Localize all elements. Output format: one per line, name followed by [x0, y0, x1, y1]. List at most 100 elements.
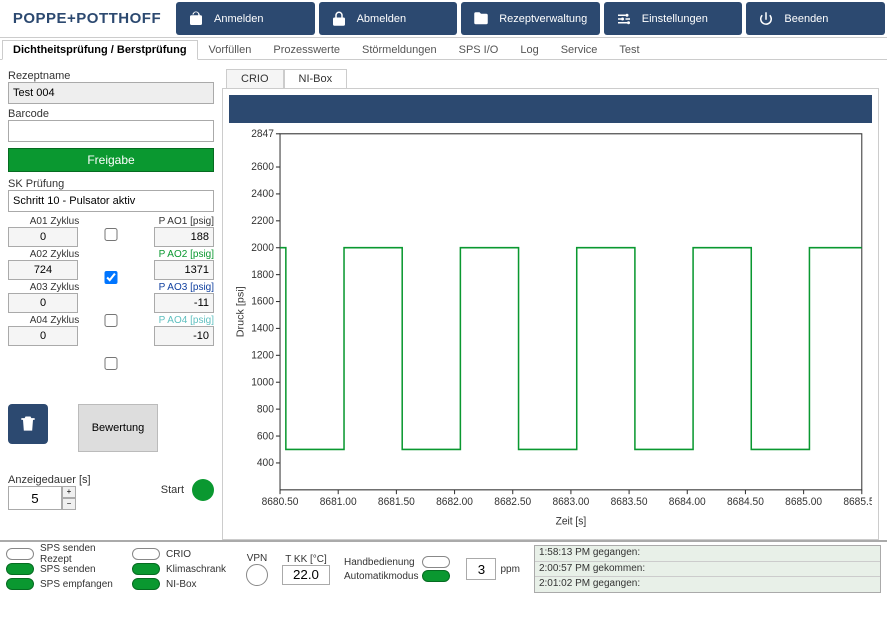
svg-text:8681.50: 8681.50	[378, 496, 415, 508]
svg-text:1400: 1400	[251, 322, 274, 334]
start-button[interactable]	[192, 479, 214, 501]
tkk-label: T KK [°C]	[285, 554, 327, 565]
lock-icon	[327, 7, 351, 31]
status-led	[132, 548, 160, 560]
anzeigedauer-up[interactable]: +	[62, 486, 76, 498]
pao-value-4[interactable]	[154, 326, 214, 346]
logo: POPPE+POTTHOFF	[0, 0, 174, 37]
event-log: 1:58:13 PM gegangen: 2:00:57 PM gekommen…	[534, 545, 881, 593]
handbedienung-led	[422, 556, 450, 568]
status-bar: SPS senden Rezept CRIO SPS senden Klimas…	[0, 540, 887, 596]
svg-text:Zeit [s]: Zeit [s]	[556, 515, 587, 527]
channel-check-3[interactable]	[101, 314, 121, 327]
tab-prozesswerte[interactable]: Prozesswerte	[262, 40, 351, 59]
content-area: CRIO NI-Box 4006008001000120014001600180…	[222, 60, 887, 540]
sk-step-input[interactable]	[8, 190, 214, 212]
pao-label: P AO1 [psig]	[121, 216, 214, 227]
cycle-label: A04 Zyklus	[8, 315, 101, 326]
tab-test[interactable]: Test	[608, 40, 650, 59]
sidebar: Rezeptname Barcode Freigabe SK Prüfung A…	[0, 60, 222, 540]
logout-button[interactable]: Abmelden	[319, 2, 458, 35]
anzeigedauer-label: Anzeigedauer [s]	[8, 474, 91, 486]
delete-button[interactable]	[8, 404, 48, 444]
folder-icon	[469, 7, 493, 31]
anzeigedauer-down[interactable]: −	[62, 498, 76, 510]
svg-text:1600: 1600	[251, 296, 274, 308]
svg-text:800: 800	[257, 403, 274, 415]
unlock-icon	[184, 7, 208, 31]
chart-title-bar	[229, 95, 872, 123]
main-tabs: Dichtheitsprüfung / Berstprüfung Vorfüll…	[0, 38, 887, 60]
ppm-value[interactable]	[466, 558, 496, 580]
svg-text:8683.50: 8683.50	[611, 496, 648, 508]
channel-check-4[interactable]	[101, 357, 121, 370]
status-led	[6, 563, 34, 575]
status-led	[132, 563, 160, 575]
svg-text:8680.50: 8680.50	[262, 496, 299, 508]
tab-stoermeldungen[interactable]: Störmeldungen	[351, 40, 448, 59]
channel-check-2[interactable]	[101, 271, 121, 284]
automatik-label: Automatikmodus	[344, 571, 418, 582]
cycle-value-1[interactable]	[8, 227, 78, 247]
settings-button[interactable]: Einstellungen	[604, 2, 743, 35]
status-led-label: Klimaschrank	[166, 564, 236, 575]
log-entry: 1:58:13 PM gegangen:	[535, 546, 880, 562]
svg-text:8685.00: 8685.00	[785, 496, 822, 508]
cycle-value-3[interactable]	[8, 293, 78, 313]
cycle-value-2[interactable]	[8, 260, 78, 280]
log-entry: 2:01:02 PM gegangen:	[535, 577, 880, 592]
ppm-unit: ppm	[500, 564, 519, 575]
svg-text:1800: 1800	[251, 269, 274, 281]
pao-value-3[interactable]	[154, 293, 214, 313]
svg-text:8684.00: 8684.00	[669, 496, 706, 508]
status-led-label: NI-Box	[166, 579, 236, 590]
pao-value-2[interactable]	[154, 260, 214, 280]
subtab-nibox[interactable]: NI-Box	[284, 69, 348, 88]
vpn-led	[246, 564, 268, 586]
cycle-label: A03 Zyklus	[8, 282, 101, 293]
login-button[interactable]: Anmelden	[176, 2, 315, 35]
tab-vorfuellen[interactable]: Vorfüllen	[198, 40, 263, 59]
tkk-value[interactable]	[282, 565, 330, 585]
status-led-label: CRIO	[166, 549, 236, 560]
svg-text:2400: 2400	[251, 188, 274, 200]
status-led-label: SPS senden Rezept	[40, 543, 130, 565]
status-led	[6, 578, 34, 590]
recipe-name-input[interactable]	[8, 82, 214, 104]
svg-text:8685.50: 8685.50	[843, 496, 872, 508]
tab-service[interactable]: Service	[550, 40, 609, 59]
svg-text:8682.50: 8682.50	[494, 496, 531, 508]
recipe-mgmt-button[interactable]: Rezeptverwaltung	[461, 2, 600, 35]
svg-text:600: 600	[257, 430, 274, 442]
cycle-value-4[interactable]	[8, 326, 78, 346]
recipe-name-label: Rezeptname	[8, 70, 214, 82]
barcode-label: Barcode	[8, 108, 214, 120]
anzeigedauer-input[interactable]	[8, 486, 62, 510]
chart-panel: 4006008001000120014001600180020002200240…	[222, 88, 879, 540]
pao-value-1[interactable]	[154, 227, 214, 247]
pao-label: P AO3 [psig]	[121, 282, 214, 293]
trash-icon	[18, 414, 38, 434]
tab-dichtheit[interactable]: Dichtheitsprüfung / Berstprüfung	[2, 40, 198, 60]
status-led-label: SPS senden	[40, 564, 130, 575]
svg-text:2600: 2600	[251, 161, 274, 173]
pao-label: P AO4 [psig]	[121, 315, 214, 326]
status-led-label: SPS empfangen	[40, 579, 130, 590]
tab-log[interactable]: Log	[509, 40, 549, 59]
status-led	[6, 548, 34, 560]
vpn-label: VPN	[247, 553, 268, 564]
svg-text:Druck [psi]: Druck [psi]	[235, 286, 247, 337]
svg-text:2000: 2000	[251, 242, 274, 254]
svg-text:2200: 2200	[251, 215, 274, 227]
channel-check-1[interactable]	[101, 228, 121, 241]
tab-sps-io[interactable]: SPS I/O	[448, 40, 510, 59]
bewertung-button[interactable]: Bewertung	[78, 404, 158, 452]
cycle-label: A01 Zyklus	[8, 216, 101, 227]
freigabe-button[interactable]: Freigabe	[8, 148, 214, 172]
subtab-crio[interactable]: CRIO	[226, 69, 284, 88]
svg-text:8683.00: 8683.00	[552, 496, 589, 508]
handbedienung-label: Handbedienung	[344, 557, 418, 568]
svg-text:8681.00: 8681.00	[320, 496, 357, 508]
exit-button[interactable]: Beenden	[746, 2, 885, 35]
barcode-input[interactable]	[8, 120, 214, 142]
